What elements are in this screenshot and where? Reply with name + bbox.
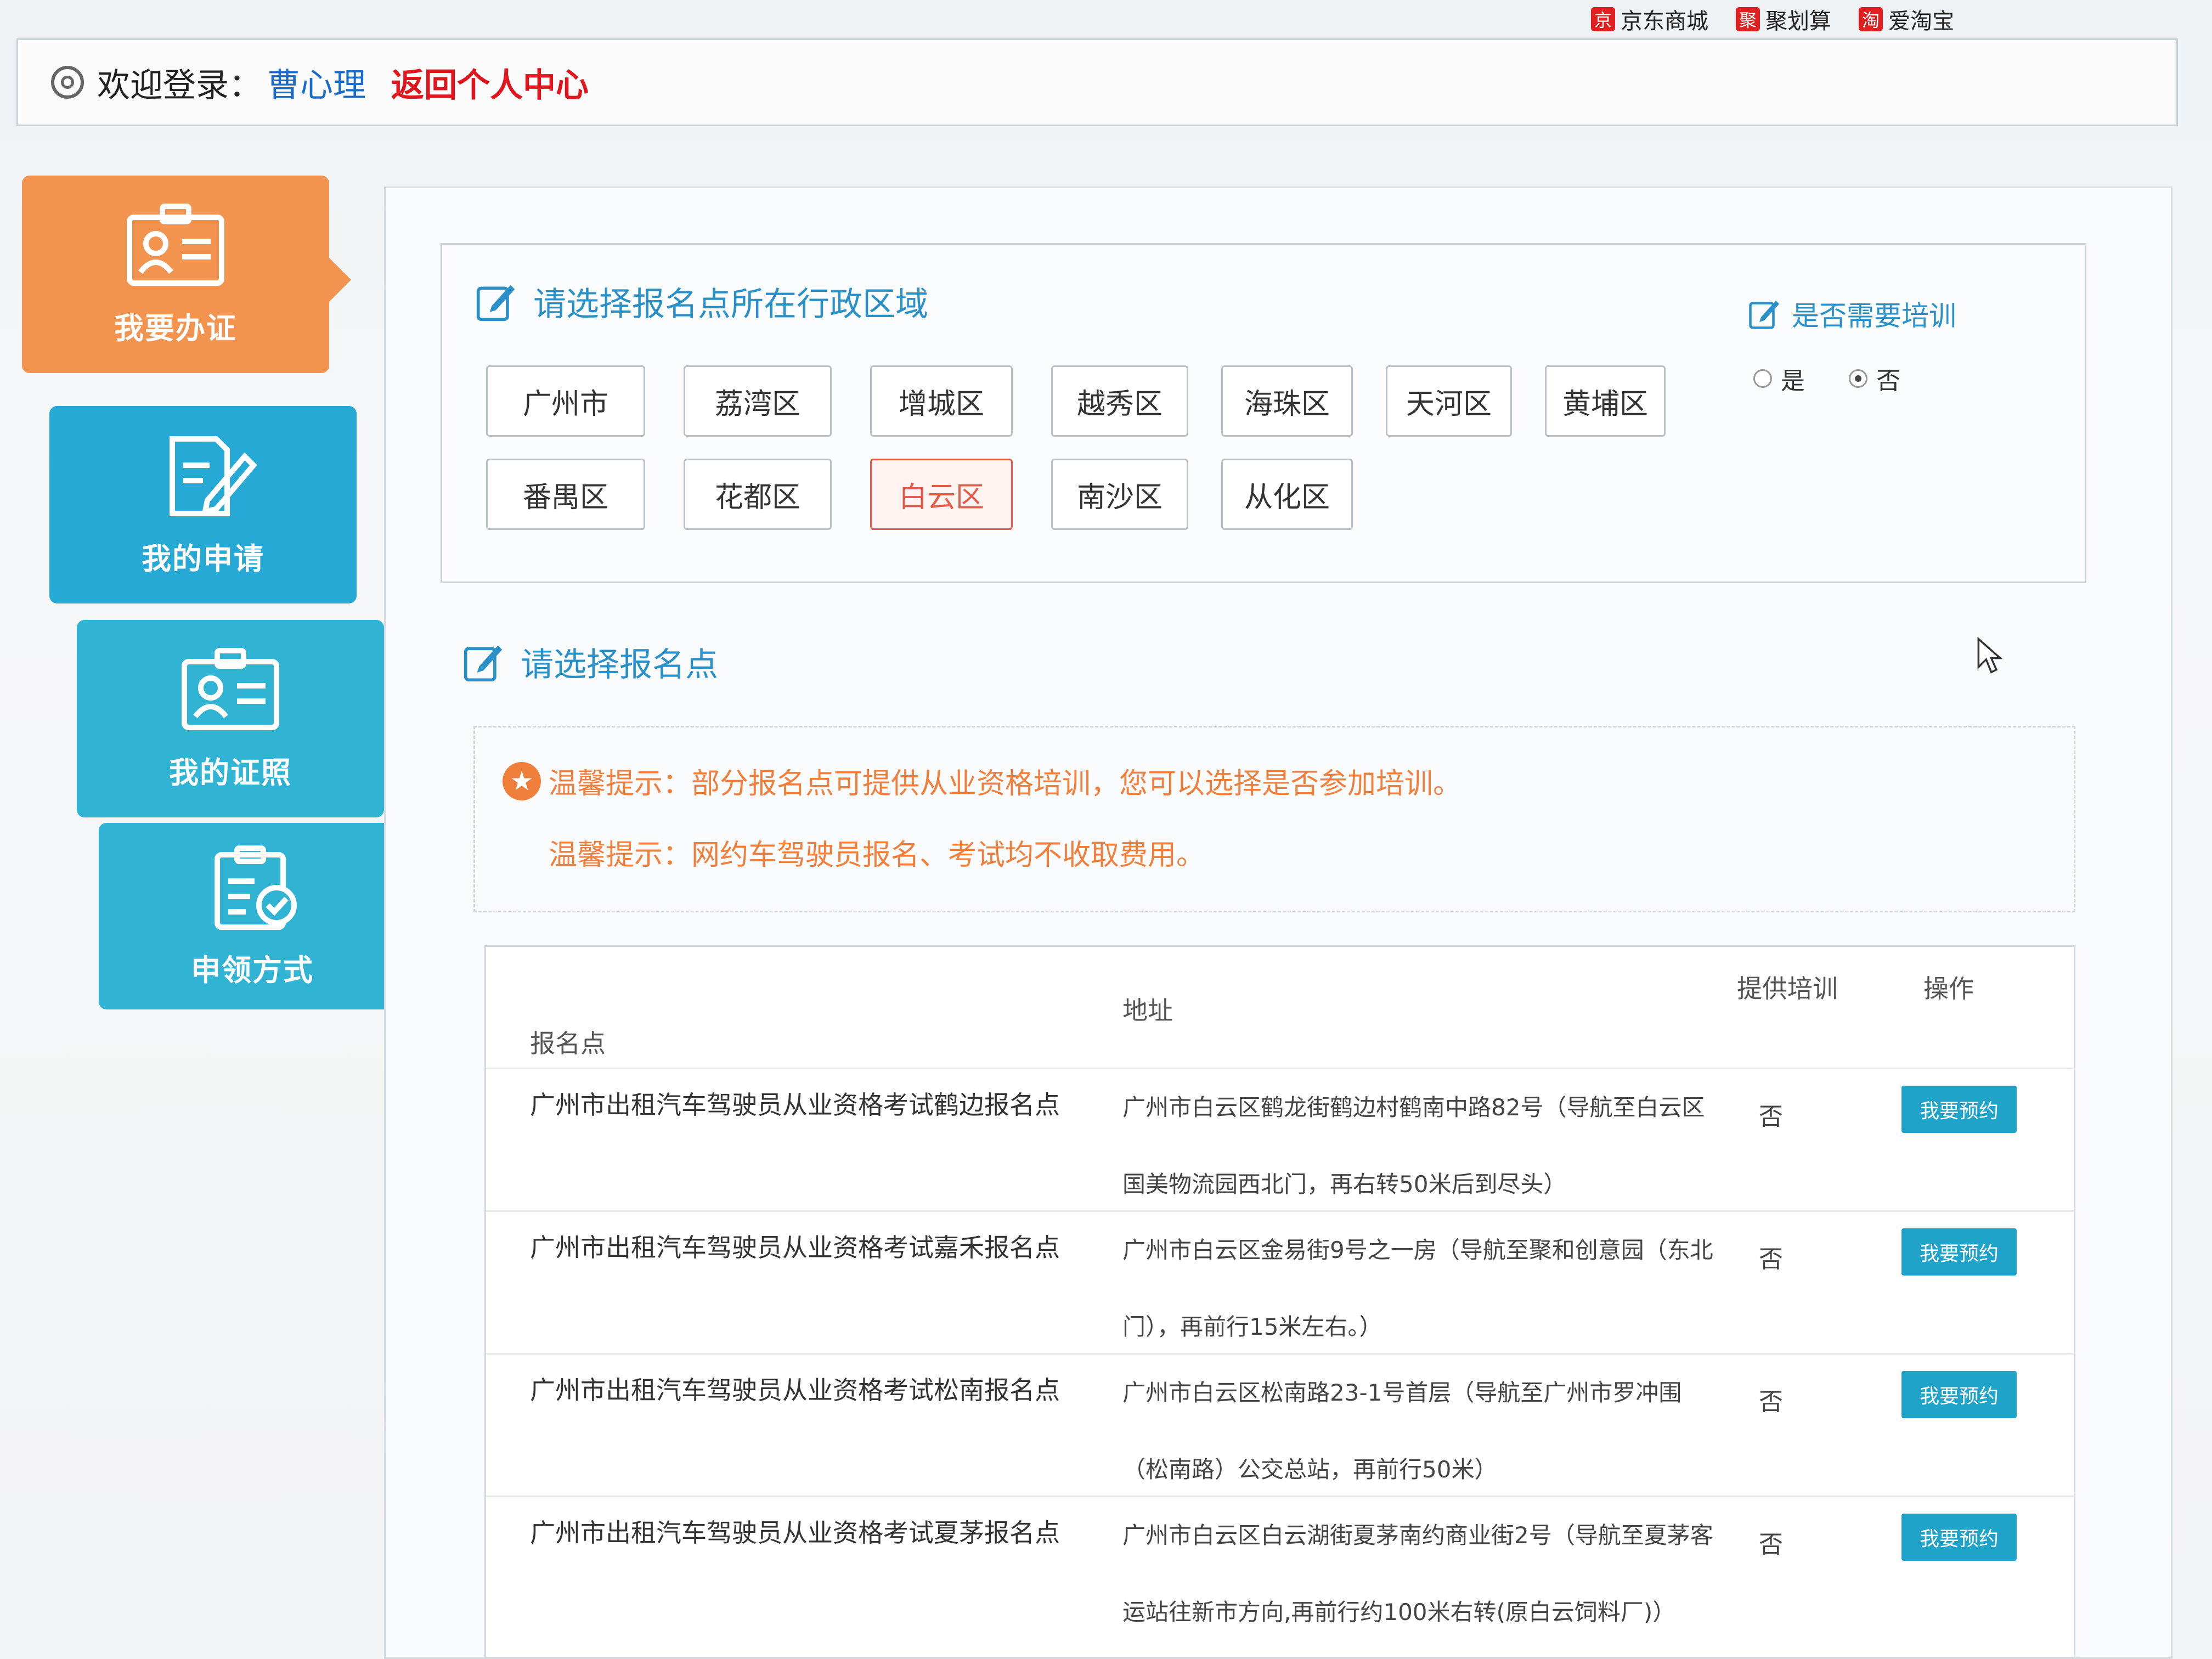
favorite-label: 爱淘宝	[1888, 9, 1954, 34]
header-action: 操作	[1923, 974, 1974, 1003]
district-chip[interactable]: 广州市	[486, 365, 645, 437]
training-title-text: 是否需要培训	[1792, 300, 1956, 332]
sites-table: 报名点 地址 提供培训 操作 广州市出租汽车驾驶员从业资格考试鹤边报名点 广州市…	[484, 945, 2075, 1658]
active-indicator	[329, 258, 351, 302]
notice-training: ★ 温馨提示：部分报名点可提供从业资格培训，您可以选择是否参加培训。	[503, 760, 1462, 802]
district-chip[interactable]: 天河区	[1386, 365, 1512, 437]
radio-label: 是	[1781, 367, 1805, 395]
district-chip[interactable]: 番禺区	[486, 459, 645, 530]
book-button[interactable]: 我要预约	[1901, 1371, 2017, 1418]
site-name: 广州市出租汽车驾驶员从业资格考试鹤边报名点	[530, 1090, 1060, 1120]
sidebar-item-apply-license[interactable]: 我要办证	[22, 176, 351, 373]
site-section-title: 请选择报名点	[462, 638, 718, 686]
sidebar-item-my-applications[interactable]: 我的申请	[49, 406, 357, 603]
favorite-juhuasuan[interactable]: 聚 聚划算	[1736, 3, 1831, 35]
region-title-text: 请选择报名点所在行政区域	[533, 285, 928, 324]
star-icon: ★	[503, 761, 541, 800]
notice-text: 温馨提示：部分报名点可提供从业资格培训，您可以选择是否参加培训。	[549, 768, 1462, 800]
table-row: 广州市出租汽车驾驶员从业资格考试夏茅报名点 广州市白云区白云湖街夏茅南约商业街2…	[486, 1496, 2074, 1656]
district-chip[interactable]: 花都区	[684, 459, 832, 530]
mouse-cursor-icon	[1977, 636, 2002, 674]
training-title: 是否需要培训	[1748, 294, 2055, 334]
notice-text: 温馨提示：网约车驾驶员报名、考试均不收取费用。	[549, 839, 1205, 872]
sidebar-item-label: 我的申请	[142, 541, 264, 576]
district-chip-selected[interactable]: 白云区	[870, 459, 1013, 530]
clipboard-check-icon	[215, 845, 297, 930]
favorite-aitaobao[interactable]: 淘 爱淘宝	[1859, 3, 1954, 35]
site-training: 否	[1759, 1531, 1783, 1559]
site-address: 广州市白云区白云湖街夏茅南约商业街2号（导航至夏茅客运站往新市方向,再前行约10…	[1122, 1522, 1713, 1626]
district-chip[interactable]: 从化区	[1221, 459, 1353, 530]
training-yes-radio[interactable]: 是	[1753, 361, 1805, 396]
header-training: 提供培训	[1737, 974, 1838, 1003]
sidebar-item-label: 申领方式	[191, 952, 314, 988]
site-training: 否	[1759, 1103, 1783, 1131]
site-name: 广州市出租汽车驾驶员从业资格考试松南报名点	[530, 1375, 1060, 1405]
notice-box: ★ 温馨提示：部分报名点可提供从业资格培训，您可以选择是否参加培训。 温馨提示：…	[473, 726, 2075, 912]
sidebar-item-label: 我要办证	[114, 311, 237, 346]
training-no-radio[interactable]: 否	[1849, 361, 1900, 396]
juhuasuan-icon: 聚	[1736, 7, 1760, 31]
edit-icon	[1749, 301, 1779, 329]
sidebar-item-label: 我的证照	[169, 755, 292, 790]
main-panel: 请选择报名点所在行政区域 广州市 荔湾区 增城区 越秀区 海珠区 天河区 黄埔区…	[384, 187, 2172, 1659]
header-address: 地址	[1122, 996, 1173, 1025]
training-selector: 是否需要培训 是 否	[1748, 294, 2055, 396]
edit-document-icon	[170, 436, 257, 516]
taobao-icon: 淘	[1859, 7, 1883, 31]
district-chip[interactable]: 海珠区	[1221, 365, 1353, 437]
table-row: 广州市出租汽车驾驶员从业资格考试鹤边报名点 广州市白云区鹤龙街鹤边村鹤南中路82…	[486, 1068, 2074, 1212]
site-name: 广州市出租汽车驾驶员从业资格考试嘉禾报名点	[530, 1233, 1060, 1262]
book-button[interactable]: 我要预约	[1901, 1514, 2017, 1561]
license-icon	[182, 647, 279, 730]
sidebar-item-collection-method[interactable]: 申领方式	[99, 823, 406, 1009]
site-training: 否	[1759, 1245, 1783, 1273]
site-training: 否	[1759, 1388, 1783, 1416]
district-chip[interactable]: 荔湾区	[684, 365, 832, 437]
radio-circle[interactable]	[1753, 369, 1772, 388]
favorite-jd[interactable]: 京 京东商城	[1591, 3, 1708, 35]
favorites-bar: 京 京东商城 聚 聚划算 淘 爱淘宝	[1591, 0, 2212, 38]
book-button[interactable]: 我要预约	[1901, 1228, 2017, 1276]
region-selector: 请选择报名点所在行政区域 广州市 荔湾区 增城区 越秀区 海珠区 天河区 黄埔区…	[441, 243, 2086, 583]
district-chip[interactable]: 增城区	[870, 365, 1013, 437]
table-row: 广州市出租汽车驾驶员从业资格考试嘉禾报名点 广州市白云区金易街9号之一房（导航至…	[486, 1210, 2074, 1355]
site-address: 广州市白云区金易街9号之一房（导航至聚和创意园（东北门），再前行15米左右。）	[1122, 1237, 1713, 1340]
back-to-profile-link[interactable]: 返回个人中心	[391, 59, 589, 106]
username-link[interactable]: 曹心理	[267, 59, 366, 106]
book-button[interactable]: 我要预约	[1901, 1086, 2017, 1133]
site-address: 广州市白云区鹤龙街鹤边村鹤南中路82号（导航至白云区国美物流园西北门，再右转50…	[1122, 1094, 1705, 1198]
radio-circle-checked[interactable]	[1849, 369, 1867, 388]
welcome-text: 欢迎登录：	[97, 66, 262, 105]
district-chip[interactable]: 南沙区	[1051, 459, 1188, 530]
training-radio-group: 是 否	[1753, 361, 2055, 396]
favorite-label: 聚划算	[1765, 9, 1831, 34]
radio-label: 否	[1876, 367, 1900, 395]
edit-icon	[464, 645, 503, 681]
notice-free: 温馨提示：网约车驾驶员报名、考试均不收取费用。	[549, 832, 1205, 873]
id-card-icon	[127, 203, 224, 286]
screen: 京 京东商城 聚 聚划算 淘 爱淘宝 欢迎登录： 曹心理 返回个人中心 我要办证…	[0, 0, 2212, 1659]
table-row: 广州市出租汽车驾驶员从业资格考试松南报名点 广州市白云区松南路23-1号首层（导…	[486, 1353, 2074, 1497]
district-chip[interactable]: 越秀区	[1051, 365, 1188, 437]
district-chip[interactable]: 黄埔区	[1545, 365, 1666, 437]
jd-icon: 京	[1591, 7, 1615, 31]
region-section-title: 请选择报名点所在行政区域	[475, 278, 928, 325]
target-icon	[51, 66, 84, 99]
site-name: 广州市出租汽车驾驶员从业资格考试夏茅报名点	[530, 1518, 1060, 1548]
site-title-text: 请选择报名点	[521, 646, 718, 684]
edit-icon	[476, 285, 515, 321]
page-header: 欢迎登录： 曹心理 返回个人中心	[16, 38, 2178, 126]
site-address: 广州市白云区松南路23-1号首层（导航至广州市罗冲围（松南路）公交总站，再前行5…	[1122, 1379, 1682, 1483]
sidebar-item-my-licenses[interactable]: 我的证照	[77, 620, 384, 817]
header-name: 报名点	[530, 1029, 606, 1058]
favorite-label: 京东商城	[1621, 9, 1708, 34]
